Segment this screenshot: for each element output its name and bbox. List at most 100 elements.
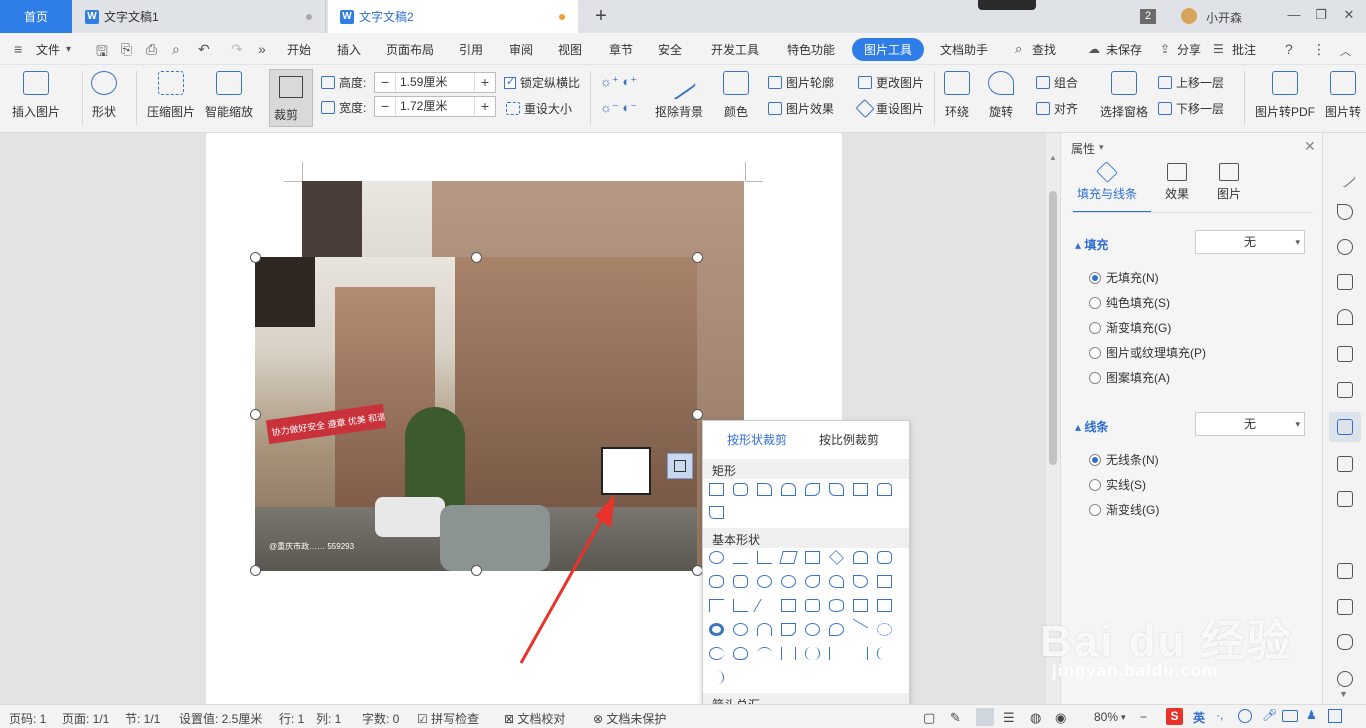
restore-icon[interactable]: ❐ — [1312, 7, 1330, 23]
shape-left-bracket[interactable] — [829, 647, 844, 660]
history-icon[interactable] — [1337, 671, 1353, 687]
spell-check-button[interactable]: ☑ 拼写检查 — [417, 710, 479, 727]
menu-item[interactable]: 审阅 — [509, 41, 533, 58]
close-icon[interactable]: ✕ — [1304, 138, 1316, 155]
shape-top-rounded[interactable] — [781, 483, 796, 496]
ime-english-icon[interactable]: 英 — [1193, 709, 1205, 726]
shape-rounded-rectangle[interactable] — [733, 483, 748, 496]
decrease-height-button[interactable]: − — [375, 73, 395, 92]
resize-handle[interactable] — [692, 252, 703, 263]
comment-icon[interactable]: ☰ — [1213, 42, 1224, 56]
color-button[interactable]: 颜色 — [723, 71, 749, 120]
web-view-icon[interactable]: ◍ — [1030, 710, 1041, 726]
undo-icon[interactable]: ↶ — [198, 41, 210, 58]
menu-item[interactable]: 文档助手 — [940, 41, 988, 58]
shape-folded-corner[interactable] — [781, 623, 796, 636]
crop-button[interactable]: 裁剪 — [269, 69, 313, 127]
group-button[interactable]: 组合 — [1036, 74, 1078, 91]
search-button[interactable]: 查找 — [1032, 41, 1056, 58]
shape-dodecagon[interactable] — [781, 575, 796, 588]
menu-item[interactable]: 章节 — [609, 41, 633, 58]
reading-mode-icon[interactable]: ▢ — [923, 710, 935, 726]
grid-icon[interactable] — [1337, 346, 1353, 362]
shape-double-brace[interactable] — [805, 647, 820, 660]
shape-diamond[interactable] — [829, 550, 844, 565]
selection-pane-button[interactable]: 选择窗格 — [1100, 71, 1148, 120]
scrollbar-thumb[interactable] — [1049, 191, 1057, 465]
shape-diagonal-stripe[interactable] — [753, 599, 776, 612]
pen-icon[interactable] — [1333, 165, 1357, 189]
shape-triangle[interactable] — [733, 551, 748, 564]
radio-pattern-fill[interactable]: 图案填充(A) — [1089, 369, 1170, 386]
shape-block-arc[interactable] — [757, 623, 772, 636]
redo-icon[interactable]: ↷ — [231, 41, 243, 58]
tab-home[interactable]: 首页 — [0, 0, 72, 33]
shape-left-brace[interactable] — [877, 647, 892, 660]
shape-heart[interactable] — [829, 623, 844, 636]
ime-user-icon[interactable]: ♟ — [1306, 708, 1317, 722]
increase-height-button[interactable]: + — [475, 73, 495, 92]
shape-lightning[interactable] — [853, 618, 868, 641]
shape-snip-rectangle[interactable] — [757, 483, 772, 496]
resize-handle[interactable] — [250, 565, 261, 576]
shape-smiley[interactable] — [805, 623, 820, 636]
shape-heptagon[interactable] — [709, 575, 724, 588]
archive-icon[interactable] — [1337, 563, 1353, 579]
zoom-level[interactable]: 80% — [1094, 710, 1118, 724]
user-name[interactable]: 小开森 — [1206, 9, 1242, 26]
avatar[interactable] — [1181, 8, 1197, 24]
status-section[interactable]: 节: 1/1 — [125, 710, 160, 727]
shape-cube[interactable] — [853, 599, 868, 612]
scroll-down-icon[interactable]: ▼ — [1339, 689, 1348, 699]
panel-title[interactable]: 属性 — [1071, 140, 1095, 157]
fill-select[interactable]: 无 — [1195, 230, 1305, 254]
shape-right-bracket[interactable] — [853, 647, 868, 660]
shape-diagonal-rounded[interactable] — [805, 483, 820, 496]
help-icon[interactable]: ? — [1285, 41, 1293, 57]
tab-picture[interactable]: 图片 — [1217, 163, 1241, 202]
increase-width-button[interactable]: + — [475, 97, 495, 116]
proofread-button[interactable]: ⊠ 文档校对 — [504, 710, 565, 727]
cursor-icon[interactable] — [1337, 204, 1353, 220]
shape-snip-corner[interactable] — [853, 483, 868, 496]
output-icon[interactable]: ⎘ — [121, 41, 132, 58]
tab-fill-and-line[interactable]: 填充与线条 — [1077, 161, 1137, 202]
menu-item[interactable]: 插入 — [337, 41, 361, 58]
radio-gradient-line[interactable]: 渐变线(G) — [1089, 501, 1159, 518]
menu-item[interactable]: 页面布局 — [386, 41, 434, 58]
wrap-button[interactable]: 环绕 — [944, 71, 970, 120]
print-icon[interactable]: ⎙ — [146, 41, 157, 58]
protection-status-button[interactable]: ⊗ 文档未保护 — [593, 710, 666, 727]
chart-icon[interactable] — [1337, 382, 1353, 398]
shape-pentagon[interactable] — [853, 551, 868, 564]
line-section-header[interactable]: ▴ 线条 — [1075, 418, 1108, 435]
menu-item[interactable]: 安全 — [658, 41, 682, 58]
image-icon[interactable] — [1337, 599, 1353, 615]
width-stepper[interactable]: − 1.72厘米 + — [374, 96, 496, 117]
edit-mode-icon[interactable]: ✎ — [950, 710, 961, 726]
ime-toolbox-icon[interactable] — [1328, 709, 1342, 723]
menu-item[interactable]: 开发工具 — [711, 41, 759, 58]
width-input[interactable]: 1.72厘米 — [395, 97, 475, 116]
adjust-icon[interactable] — [1337, 419, 1353, 435]
radio-picture-fill[interactable]: 图片或纹理填充(P) — [1089, 344, 1206, 361]
picture-to-pdf-button[interactable]: 图片转PDF — [1255, 71, 1315, 120]
shape-half-frame[interactable] — [709, 599, 724, 612]
fill-section-header[interactable]: ▴ 填充 — [1075, 236, 1108, 253]
decrease-width-button[interactable]: − — [375, 97, 395, 116]
compress-picture-button[interactable]: 压缩图片 — [147, 71, 195, 120]
height-stepper[interactable]: − 1.59厘米 + — [374, 72, 496, 93]
radio-solid-fill[interactable]: 纯色填充(S) — [1089, 294, 1170, 311]
chevron-down-icon[interactable]: ▾ — [66, 44, 71, 55]
insert-picture-button[interactable]: 插入图片 — [12, 71, 60, 120]
shape-cross[interactable] — [781, 599, 796, 612]
tab-document-1[interactable]: W 文字文稿1 — [73, 0, 326, 33]
status-setting[interactable]: 设置值: 2.5厘米 — [179, 710, 262, 727]
menu-item[interactable]: 引用 — [459, 41, 483, 58]
shape-rectangle[interactable] — [709, 483, 724, 496]
reset-picture-button[interactable]: 重设图片 — [855, 98, 924, 119]
ime-voice-icon[interactable]: 🎤︎ — [1262, 708, 1277, 722]
resize-handle[interactable] — [692, 409, 703, 420]
height-input[interactable]: 1.59厘米 — [395, 73, 475, 92]
minimize-icon[interactable]: — — [1285, 7, 1303, 22]
